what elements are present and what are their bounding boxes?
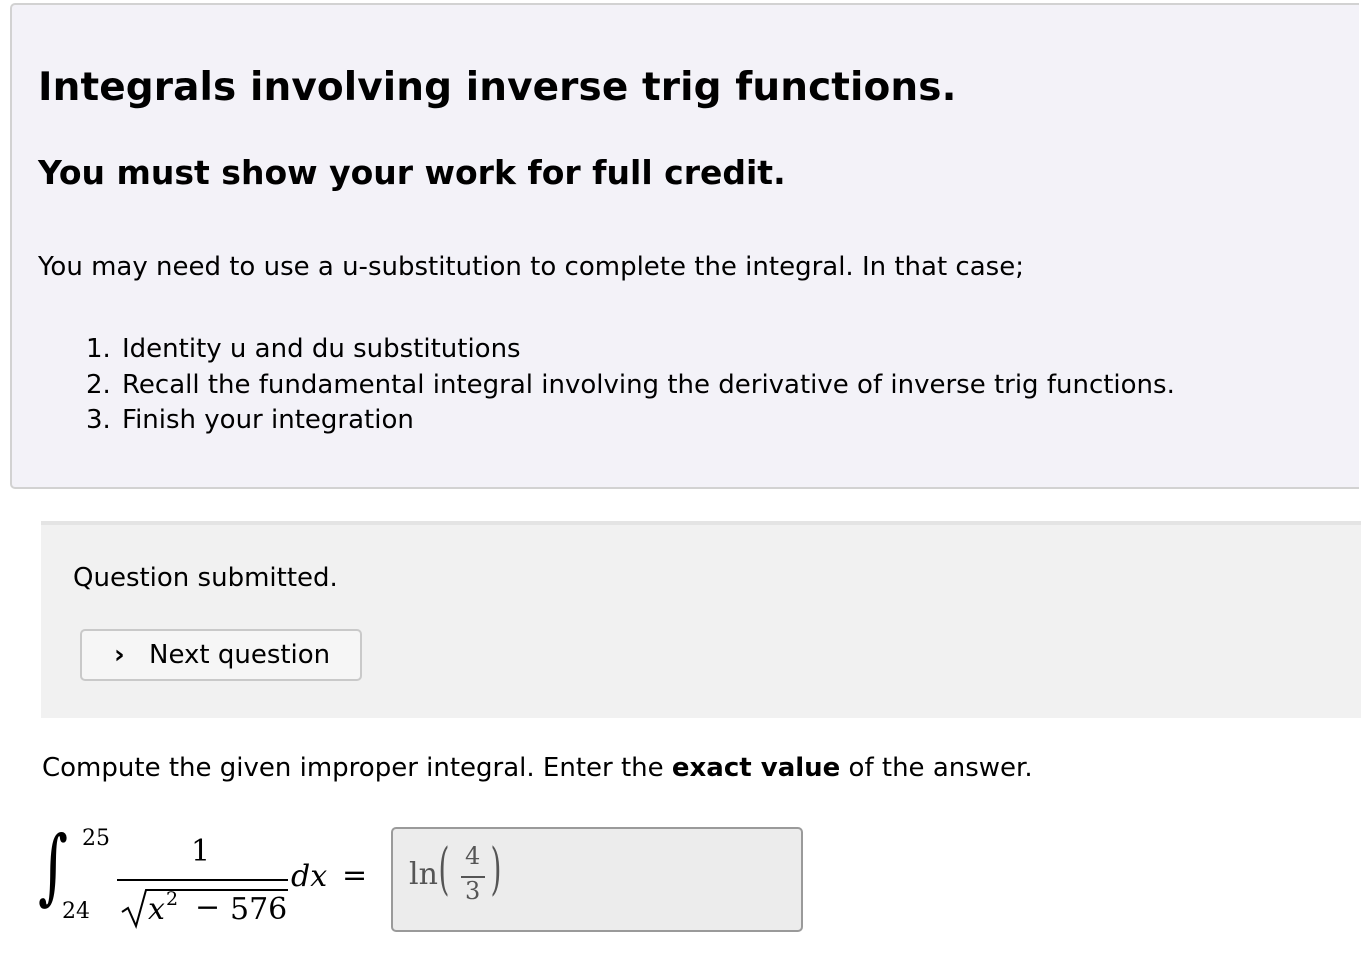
step-text: Identity u and du substitutions bbox=[122, 334, 521, 364]
step-number: 1. bbox=[86, 334, 111, 364]
prompt-emphasis: exact value bbox=[671, 753, 841, 783]
step-number: 2. bbox=[86, 369, 111, 400]
instructions-panel: Integrals involving inverse trig functio… bbox=[10, 3, 1359, 489]
step-text: Recall the fundamental integral involvin… bbox=[122, 369, 1175, 400]
page-subtitle: You must show your work for full credit. bbox=[38, 153, 786, 192]
step-number: 3. bbox=[86, 405, 111, 435]
fraction-numerator: 1 bbox=[191, 834, 211, 869]
step-text: Finish your integration bbox=[122, 405, 414, 435]
integral-sign: ∫ bbox=[38, 819, 68, 914]
instructions-paragraph: You may need to use a u-substitution to … bbox=[38, 252, 1024, 282]
page-title: Integrals involving inverse trig functio… bbox=[38, 65, 957, 110]
exponent: 2 bbox=[166, 888, 179, 910]
list-item: 2. Recall the fundamental integral involv… bbox=[86, 368, 1175, 404]
equals-sign: = bbox=[342, 858, 368, 893]
answer-denominator: 3 bbox=[465, 877, 481, 905]
answer-function: ln bbox=[409, 857, 438, 892]
steps-list: 1. Identity u and du substitutions 2. Reca… bbox=[86, 332, 1175, 439]
minus-sign: − bbox=[195, 890, 221, 925]
submission-status-panel: Question submitted. › Next question bbox=[41, 521, 1361, 718]
list-item: 3. Finish your integration bbox=[86, 403, 1175, 439]
list-item: 1. Identity u and du substitutions bbox=[86, 332, 1175, 368]
answer-right-paren: ) bbox=[490, 837, 502, 902]
constant: 576 bbox=[230, 892, 288, 927]
question-prompt: Compute the given improper integral. Ent… bbox=[42, 753, 1033, 783]
next-question-button[interactable]: › Next question bbox=[80, 629, 362, 681]
answer-left-paren: ( bbox=[438, 837, 450, 902]
next-question-label: Next question bbox=[149, 640, 331, 670]
prompt-text-end: of the answer. bbox=[840, 753, 1033, 783]
status-message: Question submitted. bbox=[73, 563, 338, 593]
variable-x: x bbox=[148, 892, 165, 927]
answer-numerator: 4 bbox=[465, 842, 481, 870]
lower-limit: 24 bbox=[62, 899, 90, 924]
answer-input[interactable]: ln ( 4 3 ) bbox=[391, 827, 803, 932]
fraction-bar bbox=[117, 879, 288, 881]
upper-limit: 25 bbox=[82, 826, 110, 851]
prompt-text: Compute the given improper integral. Ent… bbox=[42, 753, 672, 783]
chevron-right-icon: › bbox=[114, 640, 125, 670]
differential: dx bbox=[291, 859, 328, 894]
